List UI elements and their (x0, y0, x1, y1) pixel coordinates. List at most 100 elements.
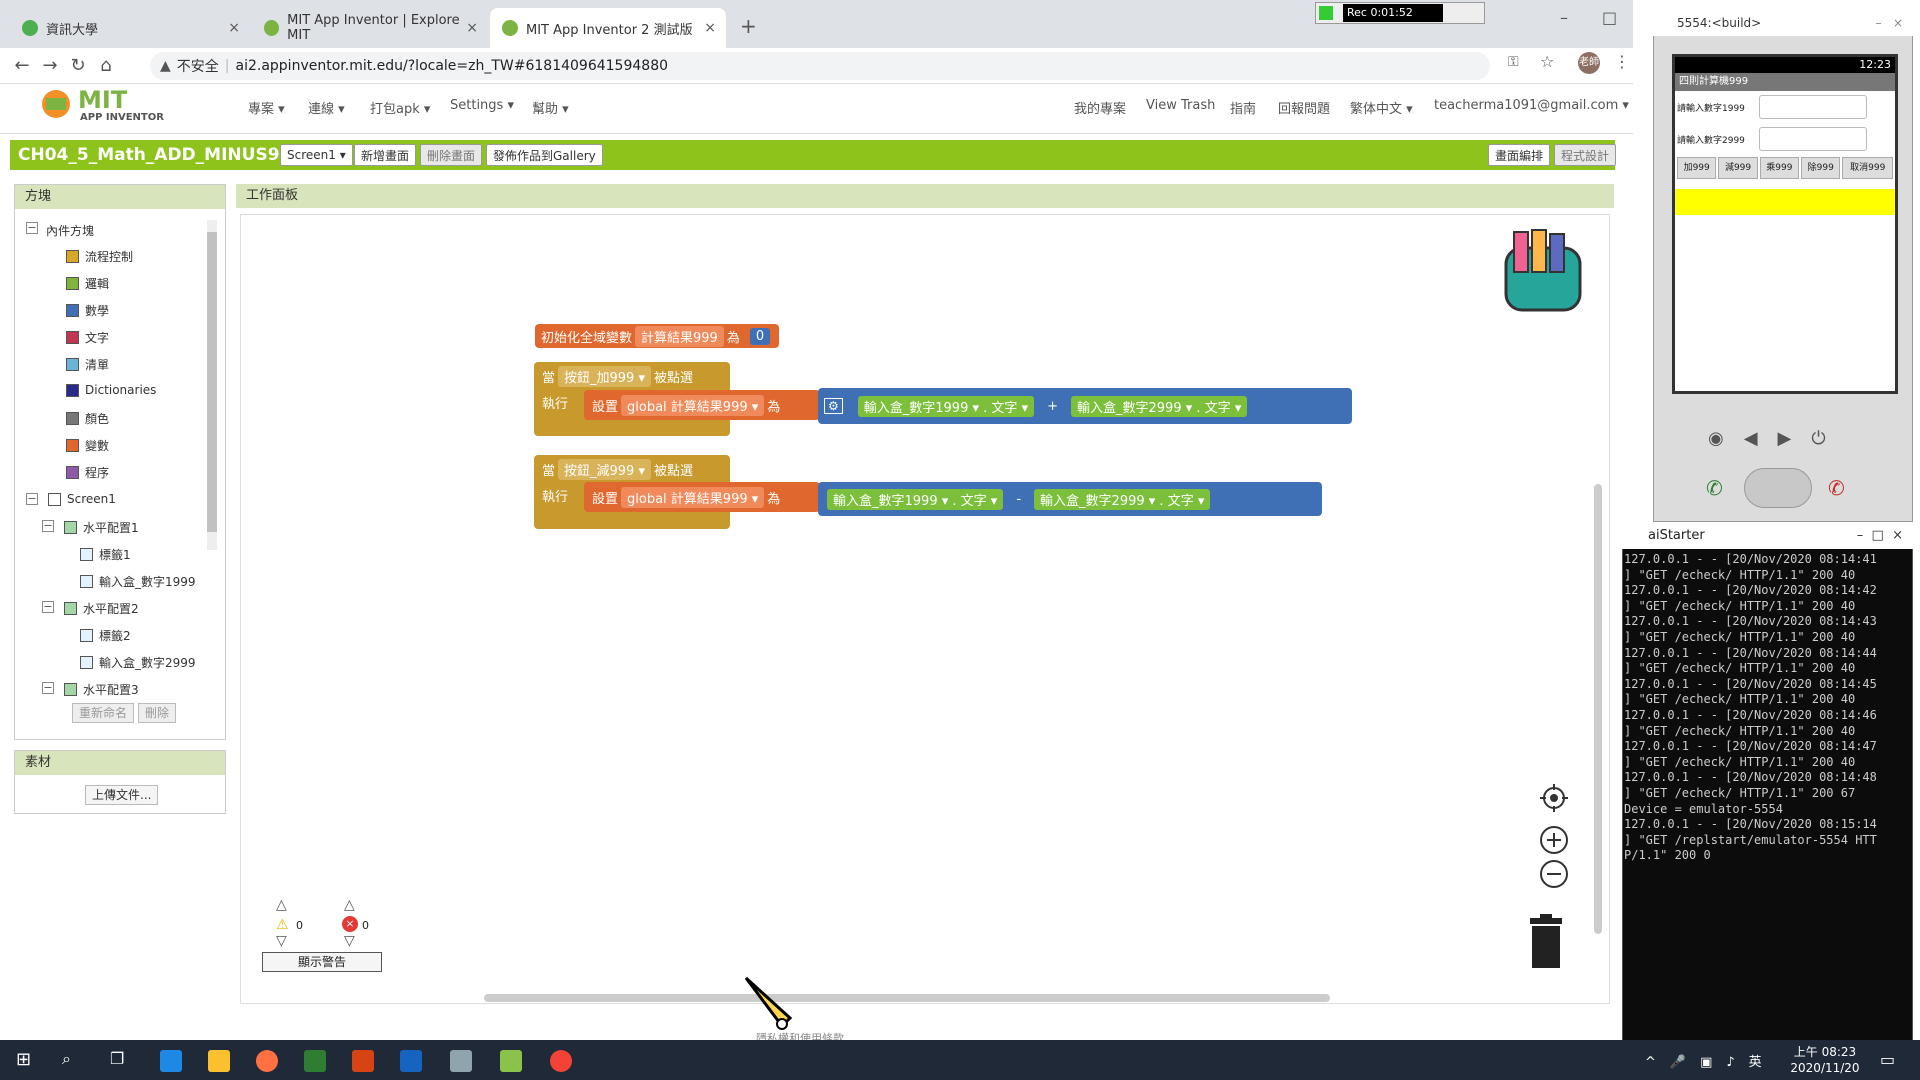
workspace-vscrollbar[interactable] (1594, 484, 1602, 934)
menu-report[interactable]: 回報問題 (1278, 98, 1330, 117)
add-button[interactable]: 加999 (1677, 157, 1717, 179)
zoom-in-icon[interactable] (1538, 824, 1570, 856)
builtin-blocks-node[interactable]: 內件方塊 (46, 222, 94, 239)
number-input-1[interactable] (1759, 95, 1867, 119)
close-icon[interactable]: × (704, 20, 716, 36)
close-icon[interactable]: × (466, 20, 478, 36)
collapse-icon[interactable]: − (42, 520, 54, 532)
back-icon[interactable]: ← (8, 55, 36, 76)
call-icon[interactable]: ✆ (1706, 476, 1723, 500)
star-icon[interactable]: ☆ (1540, 52, 1554, 71)
window-controls[interactable]: – □ × (1857, 523, 1903, 549)
number-block[interactable]: 0 (749, 327, 771, 345)
variable-name[interactable]: 計算結果999 (635, 325, 724, 347)
forward-icon[interactable]: → (36, 55, 64, 76)
center-icon[interactable] (1538, 782, 1570, 814)
rename-button[interactable]: 重新命名 (72, 703, 135, 723)
add-screen-button[interactable]: 新增畫面 (354, 144, 417, 166)
menu-guide[interactable]: 指南 (1230, 98, 1256, 117)
prev-warning-icon[interactable]: △ (276, 897, 287, 913)
android-icon[interactable] (500, 1050, 522, 1072)
menu-my-projects[interactable]: 我的專案 (1074, 98, 1126, 117)
builtin-category[interactable]: 邏輯 (66, 275, 109, 292)
component-node[interactable]: 標籤1 (80, 546, 131, 563)
menu-language[interactable]: 繁体中文 ▾ (1350, 98, 1413, 117)
menu-connect[interactable]: 連線 ▾ (308, 98, 345, 117)
component-node[interactable]: 水平配置2 (64, 600, 139, 617)
close-icon[interactable]: × (228, 20, 240, 36)
component-text-getter[interactable]: 輸入盒_數字1999 ▾ . 文字 ▾ (827, 488, 1004, 510)
component-text-getter[interactable]: 輸入盒_數字2999 ▾ . 文字 ▾ (1071, 395, 1248, 417)
tab-3[interactable]: MIT App Inventor 2 測試版 × (490, 8, 726, 48)
component-node[interactable]: 輸入盒_數字1999 (80, 573, 196, 590)
builtin-category[interactable]: 顏色 (66, 410, 109, 427)
screen-select[interactable]: Screen1 ▾ (280, 144, 353, 166)
new-tab-icon[interactable]: + (740, 14, 757, 38)
component-text-getter[interactable]: 輸入盒_數字1999 ▾ . 文字 ▾ (857, 395, 1035, 417)
hangup-icon[interactable]: ✆ (1828, 476, 1845, 500)
firefox-icon[interactable] (256, 1050, 278, 1072)
home-icon[interactable]: ⌂ (92, 55, 120, 76)
remove-screen-button[interactable]: 刪除畫面 (420, 144, 483, 166)
task-view-icon[interactable]: ❐ (110, 1049, 124, 1068)
trash-icon[interactable] (1526, 914, 1566, 970)
menu-view-trash[interactable]: View Trash (1146, 98, 1215, 113)
builtin-category[interactable]: Dictionaries (66, 383, 156, 397)
clock[interactable]: 上午 08:23 2020/11/20 (1790, 1044, 1860, 1076)
aistarter-task-icon[interactable] (450, 1050, 472, 1072)
delete-button[interactable]: 刪除 (138, 703, 177, 723)
component-node[interactable]: 輸入盒_數字2999 (80, 654, 196, 671)
reload-icon[interactable]: ↻ (64, 55, 92, 76)
recorder-widget[interactable]: Rec 0:01:52 (1315, 2, 1485, 24)
powerpoint-icon[interactable] (352, 1050, 374, 1072)
tab-2[interactable]: MIT App Inventor | Explore MIT × (252, 8, 488, 48)
cancel-button[interactable]: 取消999 (1842, 157, 1893, 179)
collapse-icon[interactable]: − (26, 222, 38, 234)
component-node[interactable]: 水平配置3 (64, 681, 139, 698)
collapse-icon[interactable]: − (42, 601, 54, 613)
minus-button[interactable]: 減999 (1718, 157, 1758, 179)
number-input-2[interactable] (1759, 127, 1867, 151)
upload-file-button[interactable]: 上傳文件... (85, 785, 159, 805)
logo[interactable]: MIT APP INVENTOR (38, 86, 168, 126)
multiply-button[interactable]: 乘999 (1759, 157, 1800, 179)
zoom-out-icon[interactable] (1538, 858, 1570, 890)
collapse-icon[interactable]: − (26, 493, 38, 505)
component-node[interactable]: 標籤2 (80, 627, 131, 644)
excel-icon[interactable] (304, 1050, 326, 1072)
windows-start-icon[interactable]: ⊞ (16, 1049, 31, 1070)
emulator-controls[interactable]: ◉◀▶⏻ (1708, 428, 1908, 449)
more-icon[interactable]: ⋮ (1614, 52, 1630, 71)
component-node[interactable]: 水平配置1 (64, 519, 139, 536)
gear-icon[interactable]: ⚙ (824, 398, 843, 414)
blocks-workspace[interactable] (240, 214, 1610, 1004)
prev-error-icon[interactable]: △ (344, 897, 355, 913)
screen1-node[interactable]: Screen1 (48, 492, 116, 506)
menu-account[interactable]: teacherma1091@gmail.com ▾ (1434, 98, 1629, 113)
notification-icon[interactable]: ▭ (1880, 1050, 1895, 1069)
edge-icon[interactable] (160, 1050, 182, 1072)
component-text-getter[interactable]: 輸入盒_數字2999 ▾ . 文字 ▾ (1034, 488, 1211, 510)
builtin-category[interactable]: 文字 (66, 329, 109, 346)
backpack-icon[interactable] (1496, 228, 1590, 314)
next-error-icon[interactable]: ▽ (344, 933, 355, 949)
file-explorer-icon[interactable] (208, 1050, 230, 1072)
word-icon[interactable] (400, 1050, 422, 1072)
key-icon[interactable]: ⚿ (1508, 54, 1519, 70)
set-block-add[interactable]: 設置 global 計算結果999 ▾ 為 (584, 390, 820, 420)
show-warnings-button[interactable]: 顯示警告 (262, 952, 382, 972)
tab-1[interactable]: 資訊大學 × (10, 8, 250, 48)
publish-gallery-button[interactable]: 發佈作品到Gallery (486, 144, 603, 166)
set-block-minus[interactable]: 設置 global 計算結果999 ▾ 為 (584, 482, 820, 512)
menu-project[interactable]: 專案 ▾ (248, 98, 285, 117)
menu-build[interactable]: 打包apk ▾ (370, 98, 430, 117)
close-icon[interactable]: – × (1876, 10, 1904, 36)
minus-block[interactable]: 輸入盒_數字1999 ▾ . 文字 ▾ - 輸入盒_數字2999 ▾ . 文字 … (818, 482, 1322, 516)
add-block[interactable]: ⚙ 輸入盒_數字1999 ▾ . 文字 ▾ + 輸入盒_數字2999 ▾ . 文… (818, 388, 1352, 424)
search-icon[interactable]: ⌕ (62, 1049, 71, 1069)
global-init-block[interactable]: 初始化全域變數 計算結果999 為 0 (535, 324, 780, 348)
panel-scrollbar[interactable] (207, 220, 217, 550)
builtin-category[interactable]: 數學 (66, 302, 109, 319)
divide-button[interactable]: 除999 (1801, 157, 1841, 179)
blocks-button[interactable]: 程式設計 (1554, 144, 1617, 166)
